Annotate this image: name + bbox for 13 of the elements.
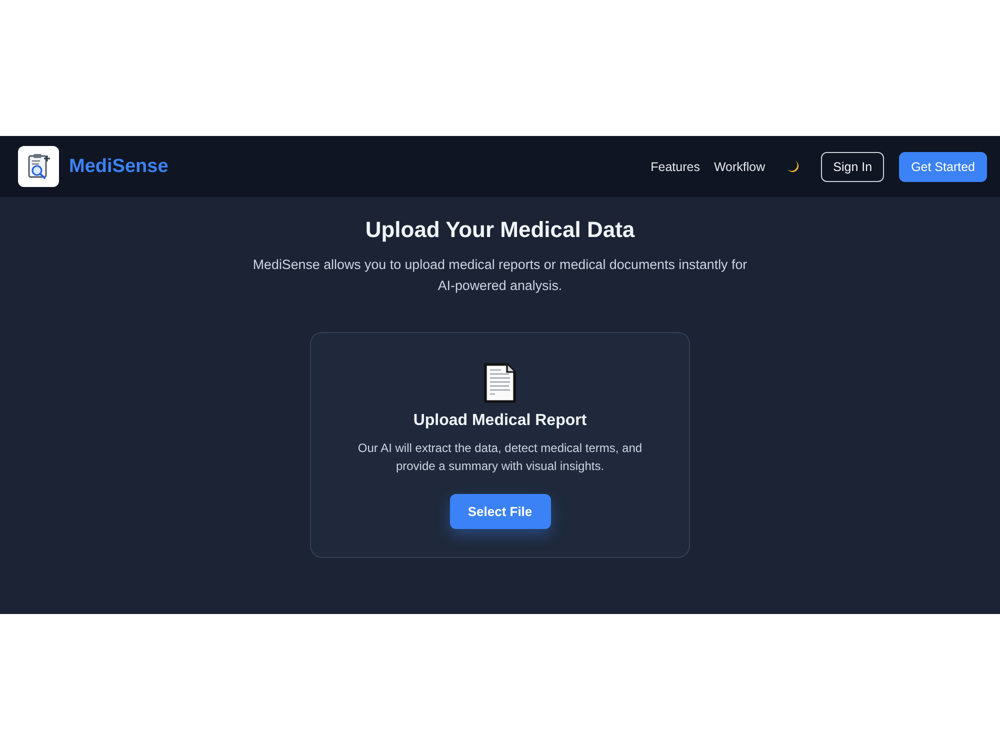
get-started-button[interactable]: Get Started: [899, 152, 987, 182]
document-icon: [484, 363, 516, 403]
logo-text[interactable]: MediSense: [69, 156, 168, 178]
nav-link[interactable]: Workflow: [714, 160, 766, 174]
page-heading: Upload Your Medical Data: [365, 216, 635, 244]
clipboard-magnifier-icon: [18, 146, 59, 187]
sign-in-button[interactable]: Sign In: [821, 152, 884, 182]
intro-text: MediSense allows you to upload medical reports or medical documents instantly for AI-powered analysis.: [252, 256, 748, 295]
moon-icon[interactable]: [787, 160, 800, 173]
nav-link[interactable]: Features: [650, 160, 700, 174]
card-title: Upload Medical Report: [413, 411, 587, 431]
card-description: Our AI will extract the data, detect medical terms, and provide a summary with visual insights.: [356, 440, 644, 475]
select-file-button[interactable]: Select File: [450, 494, 550, 529]
